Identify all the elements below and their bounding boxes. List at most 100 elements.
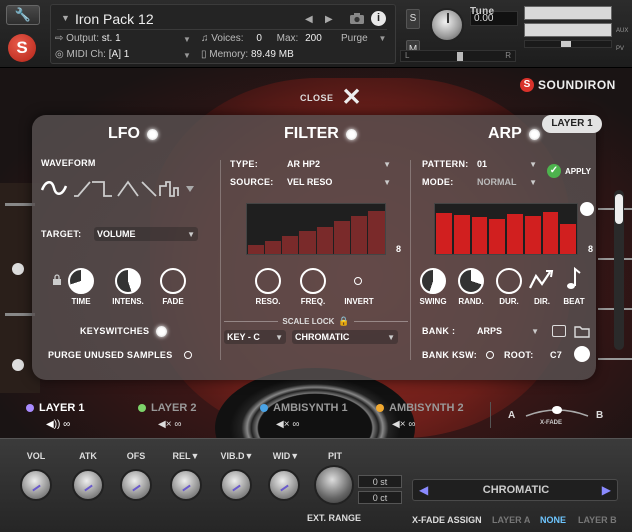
- step-bar[interactable]: [299, 231, 316, 254]
- info-icon[interactable]: i: [371, 11, 386, 26]
- speaker-mute-icon[interactable]: ◀×: [158, 419, 172, 430]
- lfo-time-knob[interactable]: [68, 268, 94, 294]
- solo-button[interactable]: S: [406, 9, 420, 29]
- arp-steps-count[interactable]: 8: [588, 244, 593, 254]
- root-toggle[interactable]: [574, 346, 590, 362]
- xfade-assign-layer-b[interactable]: LAYER B: [578, 515, 617, 525]
- pitch-cents[interactable]: 0 ct: [358, 491, 402, 504]
- arp-graph-toggle[interactable]: [580, 202, 594, 216]
- key-dropdown[interactable]: KEY - C ▼: [224, 330, 286, 344]
- step-bar[interactable]: [333, 221, 350, 254]
- camera-icon[interactable]: [349, 12, 365, 25]
- prev-instrument-icon[interactable]: ◀: [305, 14, 313, 25]
- wrench-icon[interactable]: 🔧: [6, 5, 40, 25]
- ofs-knob[interactable]: [120, 469, 152, 501]
- arp-step-sequencer[interactable]: [434, 203, 578, 255]
- wid-knob[interactable]: [268, 469, 300, 501]
- xfade-assign-none[interactable]: NONE: [540, 515, 566, 525]
- layer-tab-3[interactable]: AMBISYNTH 1: [260, 402, 348, 414]
- waveform-selector[interactable]: [40, 178, 200, 198]
- rel-knob[interactable]: [170, 469, 202, 501]
- link-icon[interactable]: ∞: [174, 419, 181, 430]
- link-icon[interactable]: ∞: [408, 419, 415, 430]
- lfo-fade-knob[interactable]: [160, 268, 186, 294]
- filter-invert-toggle[interactable]: [354, 277, 362, 285]
- pitch-semitones[interactable]: 0 st: [358, 475, 402, 488]
- speaker-mute-icon[interactable]: ◀×: [392, 419, 406, 430]
- step-bar[interactable]: [453, 215, 470, 254]
- vol-knob[interactable]: [20, 469, 52, 501]
- filter-enable-led[interactable]: [345, 128, 357, 140]
- step-bar[interactable]: [524, 216, 541, 254]
- filter-section-title[interactable]: FILTER: [284, 125, 357, 143]
- link-icon[interactable]: ∞: [292, 419, 299, 430]
- target-dropdown[interactable]: VOLUME ▼: [94, 227, 198, 241]
- filter-source-dropdown[interactable]: VEL RESO ▼: [284, 175, 394, 189]
- arp-section-title[interactable]: ARP: [488, 125, 540, 143]
- save-icon[interactable]: [552, 325, 566, 337]
- max-value[interactable]: 200: [305, 33, 322, 44]
- close-button[interactable]: CLOSE ✕: [300, 86, 363, 110]
- arp-swing-knob[interactable]: [420, 268, 446, 294]
- xfade-control[interactable]: A X-FADE B: [500, 402, 612, 430]
- filter-freq-knob[interactable]: [300, 268, 326, 294]
- next-instrument-icon[interactable]: ▶: [325, 14, 333, 25]
- next-arrow-icon[interactable]: ▶: [602, 483, 611, 497]
- filter-type-dropdown[interactable]: AR HP2 ▼: [284, 157, 394, 171]
- pattern-dropdown[interactable]: 01 ▼: [474, 157, 540, 171]
- step-bar[interactable]: [560, 224, 576, 254]
- tune-knob[interactable]: [430, 8, 464, 42]
- layer-tab-1[interactable]: LAYER 1: [26, 402, 84, 414]
- volume-slider[interactable]: [524, 40, 612, 48]
- arp-direction-icon[interactable]: [528, 268, 556, 292]
- output-row[interactable]: ⇨ Output: st. 1: [55, 33, 121, 44]
- purge-unused-toggle[interactable]: [184, 351, 192, 359]
- step-bar[interactable]: [368, 211, 385, 254]
- note-icon[interactable]: [566, 266, 582, 292]
- speaker-mute-icon[interactable]: ◀×: [276, 419, 290, 430]
- vib-depth-label[interactable]: VIB.D▼: [214, 451, 260, 461]
- pan-handle[interactable]: [457, 52, 463, 61]
- scale-lock-icon[interactable]: 🔒: [338, 316, 349, 327]
- vib-depth-knob[interactable]: [220, 469, 252, 501]
- keyswitches-toggle[interactable]: [156, 326, 167, 337]
- link-icon[interactable]: ∞: [63, 419, 70, 430]
- step-bar[interactable]: [436, 213, 452, 254]
- output-dropdown-icon[interactable]: ▼: [183, 35, 191, 44]
- step-bar[interactable]: [264, 241, 281, 254]
- ext-range-label[interactable]: EXT. RANGE: [302, 513, 366, 523]
- lfo-enable-led[interactable]: [147, 128, 158, 140]
- arp-duration-knob[interactable]: [496, 268, 522, 294]
- purge-dropdown-icon[interactable]: ▼: [378, 34, 386, 43]
- instrument-name[interactable]: Iron Pack 12: [75, 11, 154, 27]
- aux-label[interactable]: AUX: [616, 28, 628, 34]
- volume-handle[interactable]: [561, 41, 571, 47]
- layer-tab-4[interactable]: AMBISYNTH 2: [376, 402, 464, 414]
- wid-label[interactable]: WID▼: [266, 451, 306, 461]
- arp-enable-led[interactable]: [528, 128, 540, 140]
- speaker-on-icon[interactable]: ◀)): [46, 419, 60, 430]
- xfade-assign-layer-a[interactable]: LAYER A: [492, 515, 530, 525]
- step-bar[interactable]: [351, 216, 368, 254]
- root-value[interactable]: C7: [550, 350, 562, 360]
- layer-tab-2[interactable]: LAYER 2: [138, 402, 196, 414]
- lock-icon[interactable]: [52, 274, 62, 286]
- apply-button[interactable]: ✓ APPLY: [547, 164, 591, 178]
- mode-dropdown[interactable]: NORMAL ▼: [474, 175, 540, 189]
- arp-random-knob[interactable]: [458, 268, 484, 294]
- step-bar[interactable]: [471, 217, 488, 254]
- step-bar[interactable]: [489, 219, 505, 254]
- purge-button[interactable]: Purge ▼: [341, 33, 386, 44]
- bank-dropdown[interactable]: ARPS ▼: [474, 324, 542, 338]
- step-bar[interactable]: [507, 214, 523, 254]
- step-bar[interactable]: [282, 236, 299, 254]
- scale-selector[interactable]: ◀ CHROMATIC ▶: [412, 479, 618, 501]
- step-bar[interactable]: [316, 226, 333, 254]
- scrollbar-thumb[interactable]: [615, 194, 623, 224]
- filter-reso-knob[interactable]: [255, 268, 281, 294]
- step-bar[interactable]: [247, 245, 264, 254]
- close-icon[interactable]: ✕: [342, 86, 363, 110]
- lfo-section-title[interactable]: LFO: [108, 125, 158, 143]
- pitch-knob[interactable]: [314, 465, 354, 505]
- rel-label[interactable]: REL▼: [166, 451, 206, 461]
